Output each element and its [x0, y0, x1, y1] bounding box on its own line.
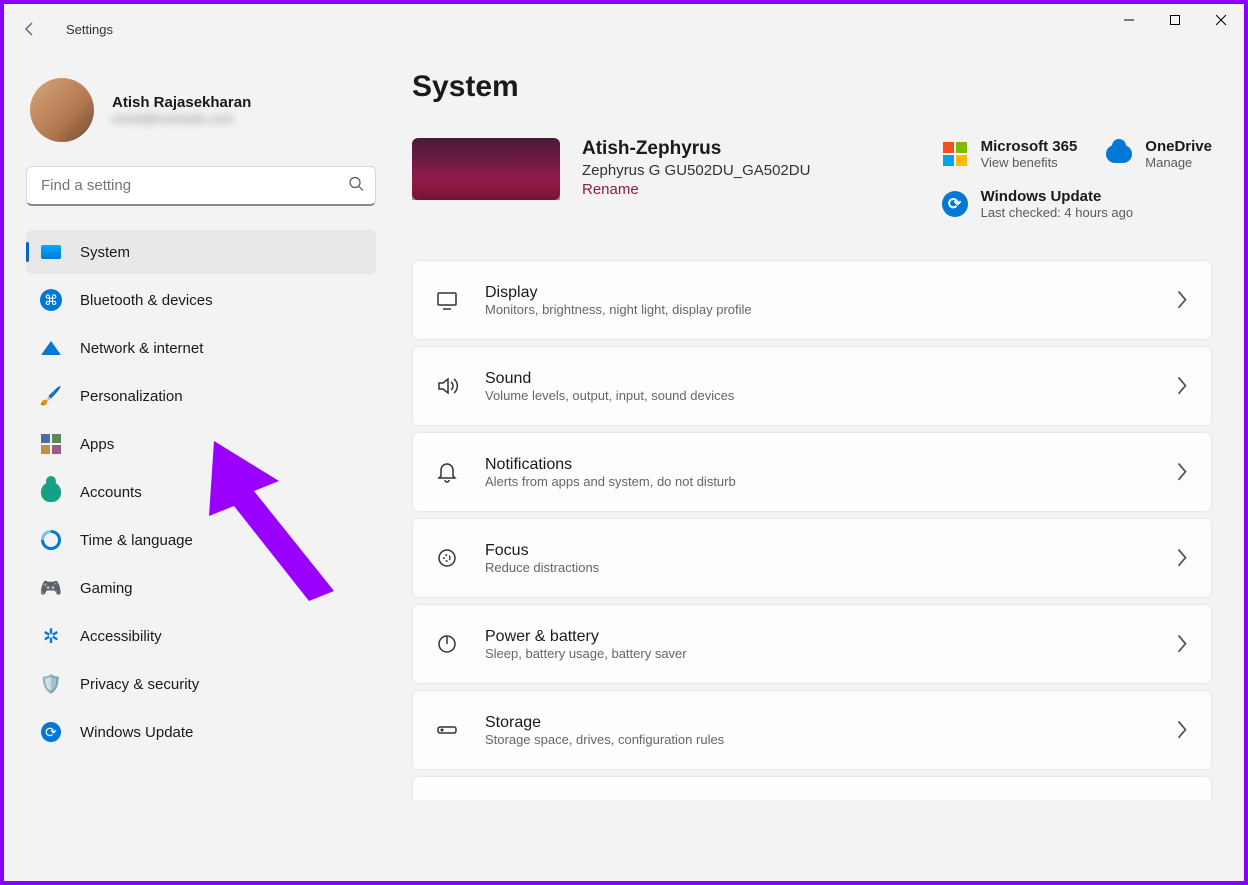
card-storage[interactable]: Storage Storage space, drives, configura…: [412, 690, 1212, 770]
status-subtitle: Manage: [1145, 155, 1212, 170]
card-title: Notifications: [485, 456, 1175, 474]
nav-label: Bluetooth & devices: [80, 292, 213, 309]
chevron-right-icon: [1175, 288, 1189, 311]
gamepad-icon: 🎮: [40, 577, 62, 599]
profile-name: Atish Rajasekharan: [112, 94, 251, 111]
status-microsoft-365[interactable]: Microsoft 365 View benefits: [941, 138, 1078, 170]
shield-icon: 🛡️: [40, 673, 62, 695]
system-icon: [40, 241, 62, 263]
sidebar-item-apps[interactable]: Apps: [26, 422, 376, 466]
nav-label: System: [80, 244, 130, 261]
power-icon: [435, 632, 459, 656]
status-onedrive[interactable]: OneDrive Manage: [1105, 138, 1212, 170]
card-title: Power & battery: [485, 628, 1175, 646]
status-subtitle: View benefits: [981, 155, 1078, 170]
chevron-right-icon: [1175, 546, 1189, 569]
focus-icon: [435, 546, 459, 570]
sidebar-item-gaming[interactable]: 🎮 Gaming: [26, 566, 376, 610]
pc-name: Atish-Zephyrus: [582, 138, 810, 160]
search-icon: [348, 176, 364, 197]
sidebar-item-accessibility[interactable]: ✲ Accessibility: [26, 614, 376, 658]
bell-icon: [435, 460, 459, 484]
card-subtitle: Alerts from apps and system, do not dist…: [485, 474, 1175, 489]
main-content: System Atish-Zephyrus Zephyrus G GU502DU…: [412, 70, 1232, 877]
status-windows-update[interactable]: ⟳ Windows Update Last checked: 4 hours a…: [941, 188, 1212, 220]
card-title: Display: [485, 284, 1175, 302]
person-icon: [40, 481, 62, 503]
rename-link[interactable]: Rename: [582, 181, 810, 198]
card-display[interactable]: Display Monitors, brightness, night ligh…: [412, 260, 1212, 340]
profile-block[interactable]: Atish Rajasekharan email@example.com: [30, 78, 376, 142]
nav-label: Apps: [80, 436, 114, 453]
nav-label: Accounts: [80, 484, 142, 501]
sidebar-item-network[interactable]: Network & internet: [26, 326, 376, 370]
microsoft-logo-icon: [941, 140, 969, 168]
avatar: [30, 78, 94, 142]
sidebar-item-time[interactable]: Time & language: [26, 518, 376, 562]
card-subtitle: Monitors, brightness, night light, displ…: [485, 302, 1175, 317]
sidebar-item-personalization[interactable]: 🖌️ Personalization: [26, 374, 376, 418]
accessibility-icon: ✲: [40, 625, 62, 647]
desktop-thumbnail[interactable]: [412, 138, 560, 200]
status-title: OneDrive: [1145, 138, 1212, 155]
back-button[interactable]: [10, 9, 50, 49]
monitor-icon: [435, 288, 459, 312]
settings-card-list: Display Monitors, brightness, night ligh…: [412, 260, 1212, 800]
minimize-button[interactable]: [1106, 4, 1152, 36]
sidebar-item-accounts[interactable]: Accounts: [26, 470, 376, 514]
sidebar-item-bluetooth[interactable]: ⌘ Bluetooth & devices: [26, 278, 376, 322]
nav-label: Privacy & security: [80, 676, 199, 693]
nav-label: Gaming: [80, 580, 133, 597]
status-title: Windows Update: [981, 188, 1134, 205]
nav-label: Network & internet: [80, 340, 203, 357]
system-header-row: Atish-Zephyrus Zephyrus G GU502DU_GA502D…: [412, 138, 1212, 220]
search-input[interactable]: [26, 166, 376, 206]
update-icon: ⟳: [40, 721, 62, 743]
card-power[interactable]: Power & battery Sleep, battery usage, ba…: [412, 604, 1212, 684]
paintbrush-icon: 🖌️: [40, 385, 62, 407]
card-focus[interactable]: Focus Reduce distractions: [412, 518, 1212, 598]
titlebar: Settings: [4, 4, 1244, 54]
profile-email: email@example.com: [112, 111, 251, 126]
card-title: Sound: [485, 370, 1175, 388]
status-title: Microsoft 365: [981, 138, 1078, 155]
card-sound[interactable]: Sound Volume levels, output, input, soun…: [412, 346, 1212, 426]
card-partial[interactable]: [412, 776, 1212, 800]
nav-label: Accessibility: [80, 628, 162, 645]
search-field[interactable]: [26, 166, 376, 206]
pc-model: Zephyrus G GU502DU_GA502DU: [582, 162, 810, 179]
status-subtitle: Last checked: 4 hours ago: [981, 205, 1134, 220]
maximize-button[interactable]: [1152, 4, 1198, 36]
nav-label: Windows Update: [80, 724, 193, 741]
card-title: Focus: [485, 542, 1175, 560]
card-notifications[interactable]: Notifications Alerts from apps and syste…: [412, 432, 1212, 512]
wifi-icon: [40, 337, 62, 359]
sidebar-item-system[interactable]: System: [26, 230, 376, 274]
card-subtitle: Volume levels, output, input, sound devi…: [485, 388, 1175, 403]
speaker-icon: [435, 374, 459, 398]
chevron-right-icon: [1175, 632, 1189, 655]
apps-icon: [40, 433, 62, 455]
chevron-right-icon: [1175, 718, 1189, 741]
storage-icon: [435, 718, 459, 742]
chevron-right-icon: [1175, 460, 1189, 483]
onedrive-icon: [1105, 140, 1133, 168]
card-subtitle: Sleep, battery usage, battery saver: [485, 646, 1175, 661]
sidebar-item-windowsupdate[interactable]: ⟳ Windows Update: [26, 710, 376, 754]
page-title: System: [412, 70, 1212, 104]
bluetooth-icon: ⌘: [40, 289, 62, 311]
nav-label: Personalization: [80, 388, 183, 405]
card-subtitle: Storage space, drives, configuration rul…: [485, 732, 1175, 747]
sidebar: Atish Rajasekharan email@example.com Sys…: [26, 78, 376, 758]
clock-globe-icon: [40, 529, 62, 551]
card-subtitle: Reduce distractions: [485, 560, 1175, 575]
nav-label: Time & language: [80, 532, 193, 549]
sidebar-item-privacy[interactable]: 🛡️ Privacy & security: [26, 662, 376, 706]
card-title: Storage: [485, 714, 1175, 732]
nav-list: System ⌘ Bluetooth & devices Network & i…: [26, 230, 376, 754]
app-title: Settings: [66, 22, 113, 37]
chevron-right-icon: [1175, 374, 1189, 397]
windows-update-icon: ⟳: [941, 190, 969, 218]
close-button[interactable]: [1198, 4, 1244, 36]
